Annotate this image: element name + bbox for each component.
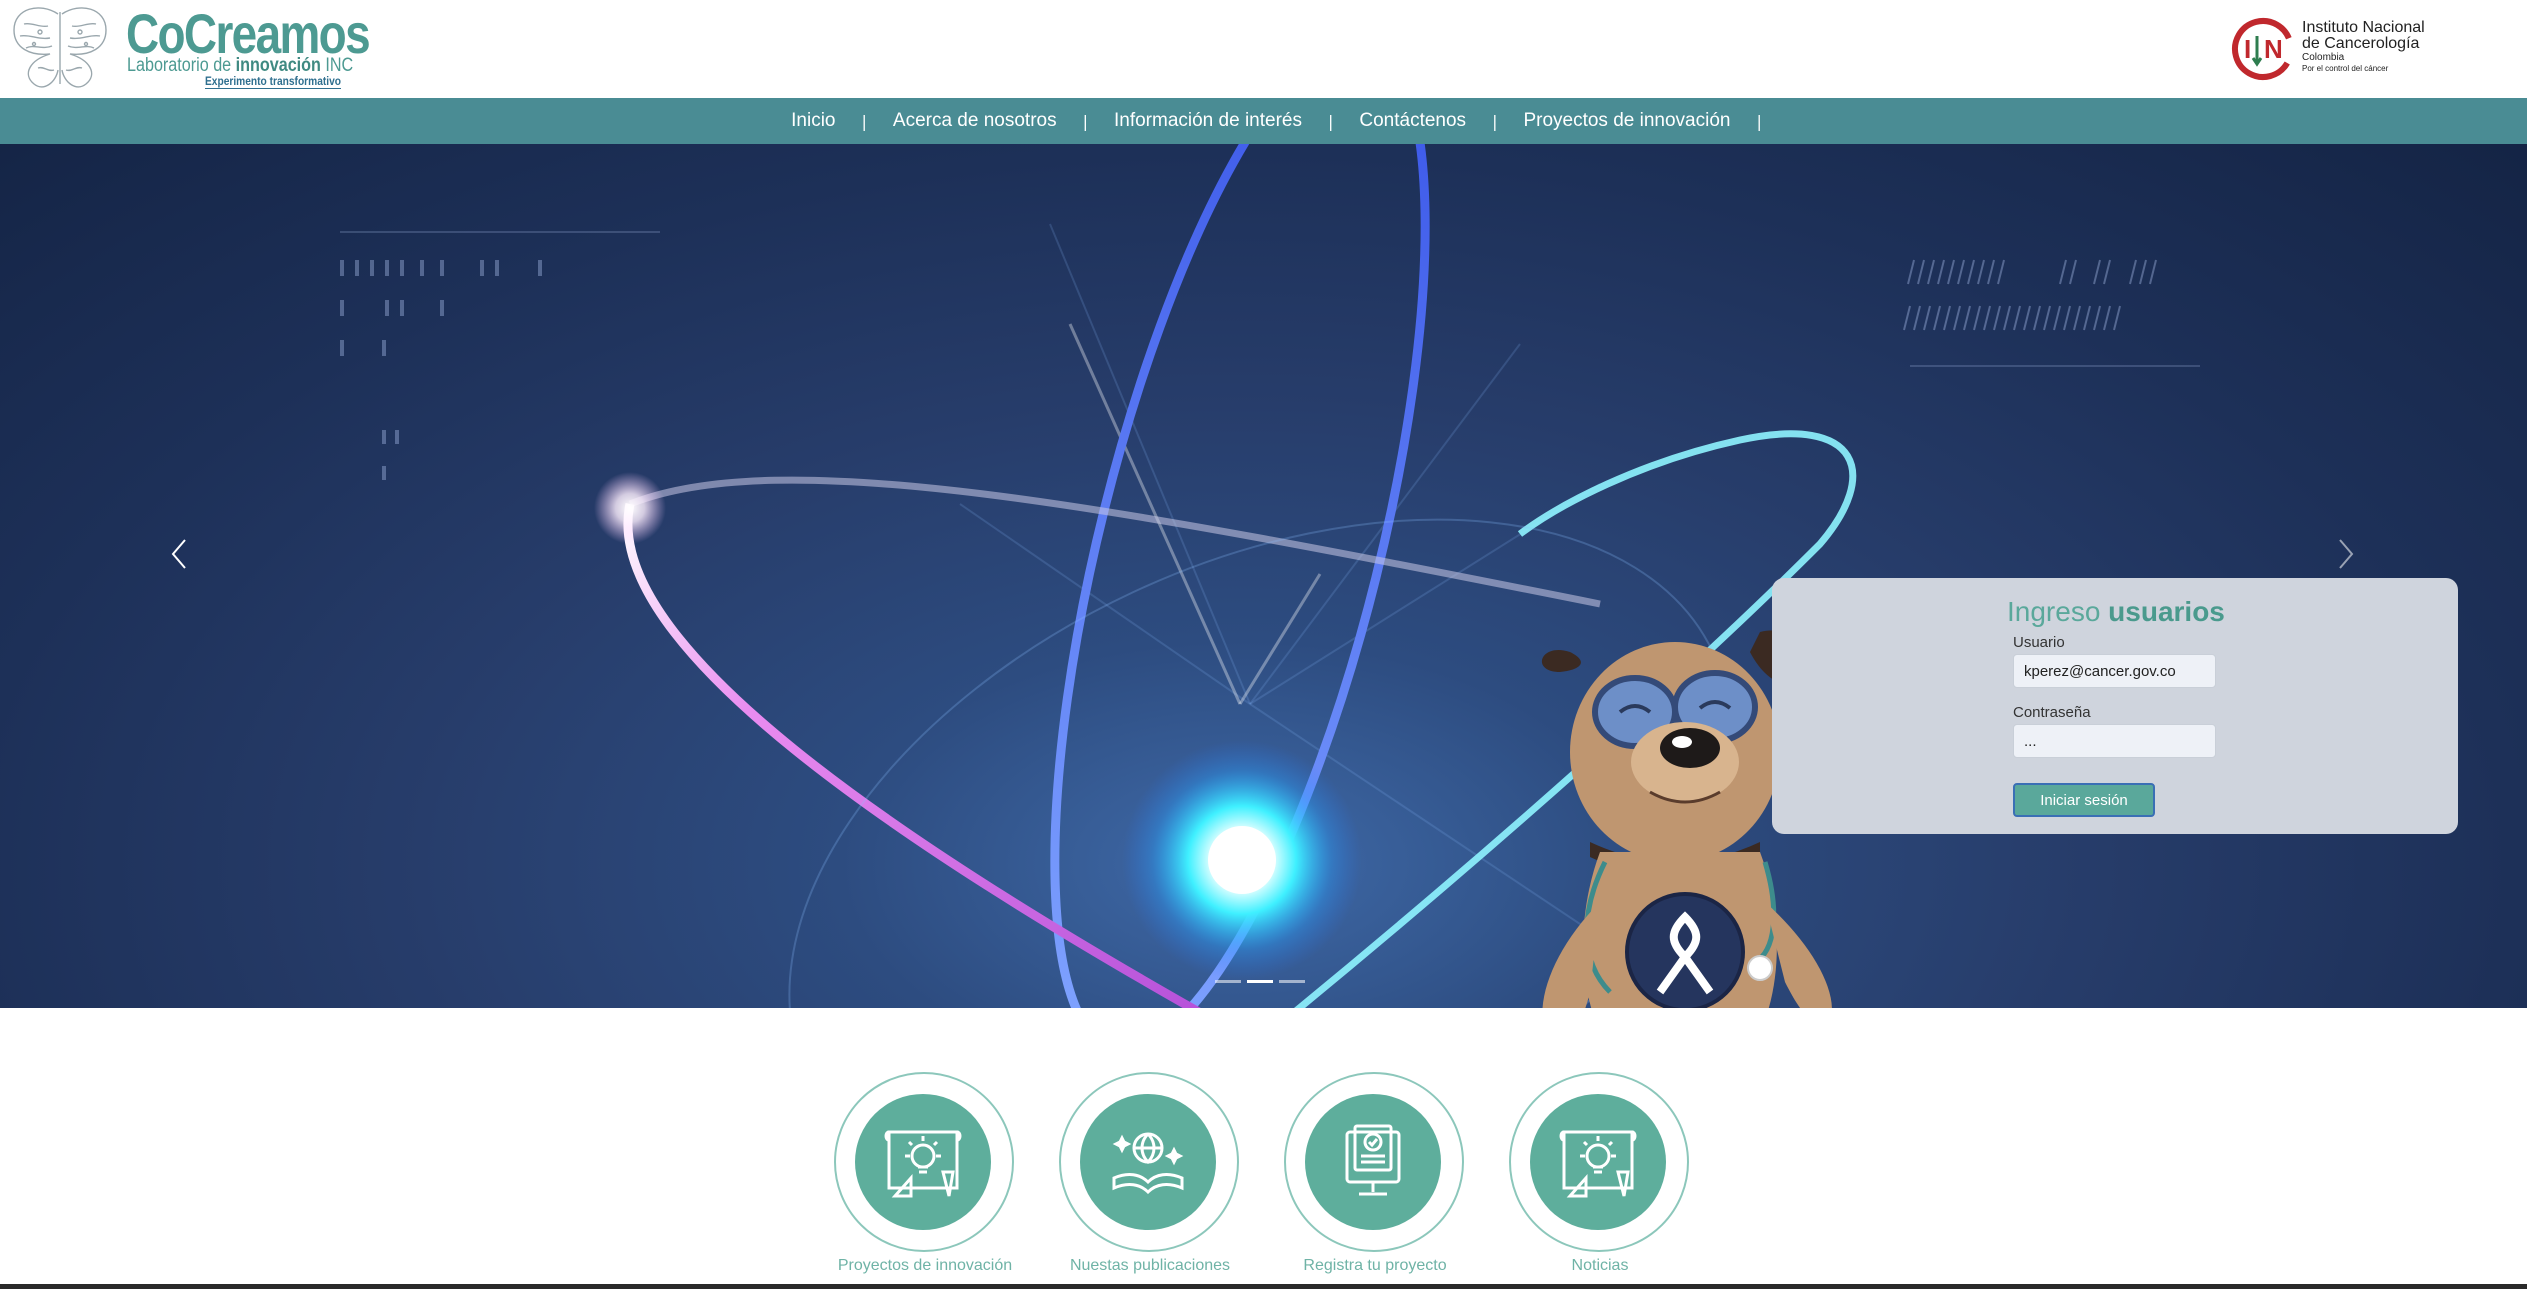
blueprint-idea-icon — [884, 1130, 962, 1198]
carousel-indicator[interactable] — [1215, 980, 1241, 983]
hero-carousel: Ingreso usuarios Usuario Contraseña Inic… — [0, 144, 2527, 1008]
service-label: Noticias — [1571, 1257, 1629, 1274]
carousel-indicator[interactable] — [1279, 980, 1305, 983]
login-title-light: Ingreso — [2007, 596, 2109, 627]
brand-title: CoCreamos — [126, 2, 371, 65]
institute-logo[interactable]: I N Instituto Nacional de Cancerología C… — [2230, 16, 2460, 82]
service-disc — [1305, 1094, 1441, 1230]
register-document-icon — [1345, 1124, 1401, 1196]
institute-name: Instituto Nacional de Cancerología Colom… — [2302, 20, 2425, 74]
password-input[interactable] — [2013, 724, 2216, 758]
service-disc — [1530, 1094, 1666, 1230]
services-section: Proyectos de innovación Nuestas publicac… — [0, 1008, 2527, 1283]
hero-atom-illustration — [340, 144, 2200, 1008]
nav-separator: | — [1756, 111, 1762, 131]
password-label: Contraseña — [2013, 704, 2091, 721]
brand-tagline: Experimento transformativo — [205, 74, 342, 89]
carousel-indicators — [1215, 980, 1305, 983]
service-disc — [855, 1094, 991, 1230]
brand-sub-prefix: Laboratorio de — [127, 55, 236, 76]
site-header: CoCreamos Laboratorio de innovación INC … — [0, 0, 2527, 98]
brand-subtitle: Laboratorio de innovación INC — [127, 56, 353, 76]
institute-line3: Colombia — [2302, 52, 2345, 63]
user-label: Usuario — [2013, 634, 2065, 651]
login-panel: Ingreso usuarios Usuario Contraseña Inic… — [1772, 578, 2458, 834]
main-nav: Inicio | Acerca de nosotros | Informació… — [0, 98, 2527, 144]
chevron-left-icon[interactable] — [165, 534, 195, 574]
open-book-globe-icon — [1112, 1132, 1184, 1195]
login-title: Ingreso usuarios — [2007, 596, 2225, 628]
login-button[interactable]: Iniciar sesión — [2013, 783, 2155, 817]
nav-item-inicio[interactable]: Inicio — [765, 110, 861, 132]
chevron-right-icon[interactable] — [2330, 534, 2360, 574]
page-bottom-divider — [0, 1284, 2527, 1289]
carousel-indicator-active[interactable] — [1247, 980, 1273, 983]
inc-emblem-icon: I N — [2232, 17, 2294, 80]
user-input[interactable] — [2013, 654, 2216, 688]
institute-line2: de Cancerología — [2302, 35, 2420, 52]
news-idea-icon — [1559, 1130, 1637, 1198]
nav-item-proyectos[interactable]: Proyectos de innovación — [1497, 110, 1756, 132]
service-disc — [1080, 1094, 1216, 1230]
institute-line4: Por el control del cáncer — [2302, 64, 2389, 73]
cocreamos-logo[interactable]: CoCreamos Laboratorio de innovación INC … — [10, 4, 371, 90]
svg-text:I: I — [2244, 34, 2251, 64]
svg-text:N: N — [2264, 34, 2283, 64]
brand-sub-bold: innovación — [235, 55, 321, 76]
nav-item-contactenos[interactable]: Contáctenos — [1333, 110, 1492, 132]
nav-item-informacion[interactable]: Información de interés — [1088, 110, 1328, 132]
brand-sub-suffix: INC — [320, 55, 354, 76]
institute-line1: Instituto Nacional — [2302, 19, 2425, 36]
login-title-bold: usuarios — [2108, 596, 2225, 627]
butterfly-brain-icon — [13, 7, 107, 88]
nav-item-acerca[interactable]: Acerca de nosotros — [867, 110, 1083, 132]
